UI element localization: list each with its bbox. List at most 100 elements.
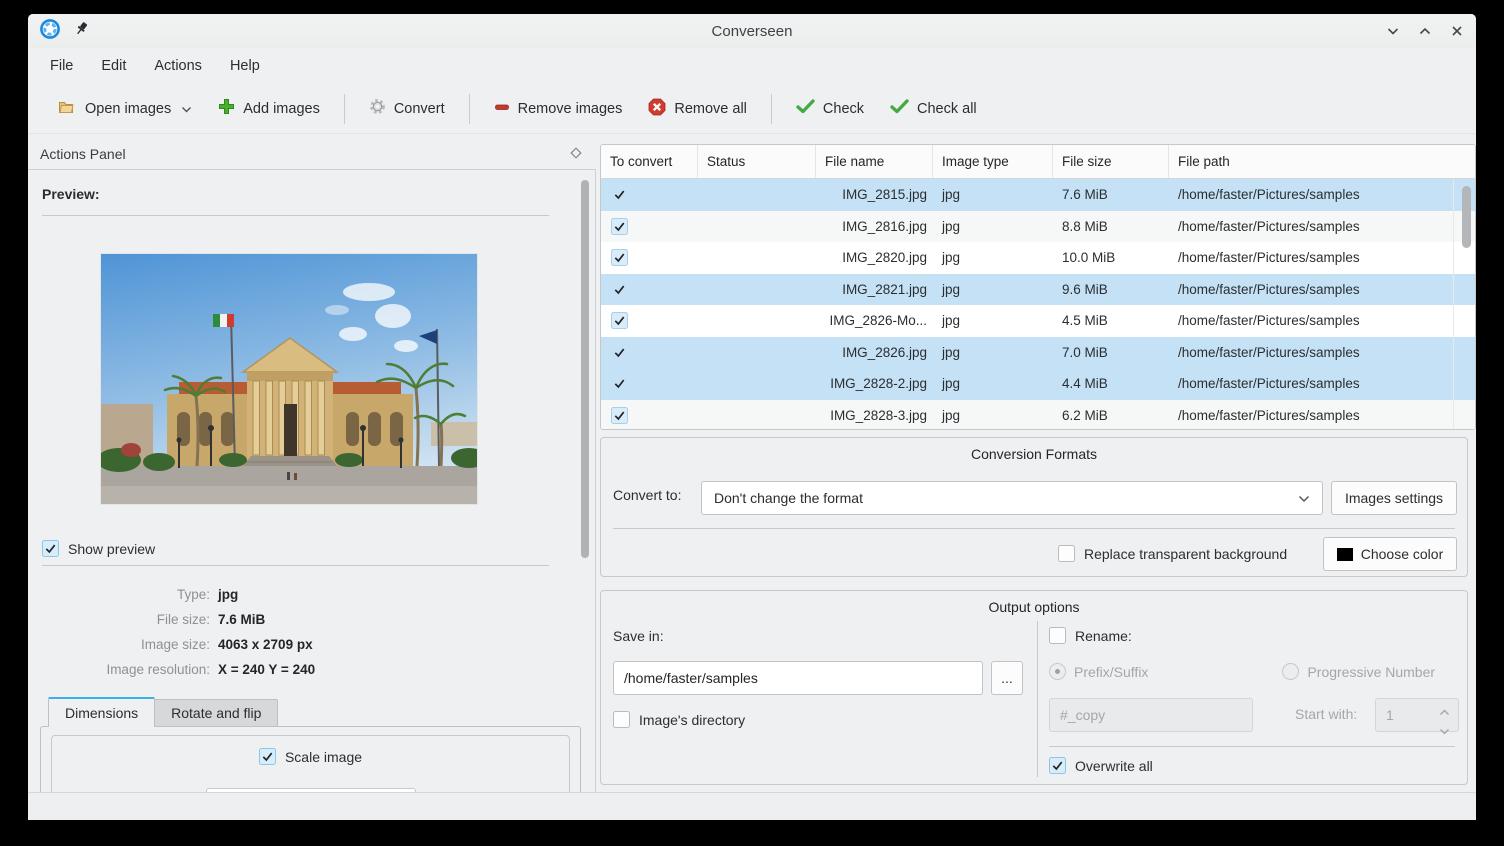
divider <box>1049 746 1455 747</box>
progressive-number-radio[interactable]: Progressive Number <box>1282 663 1435 680</box>
table-scrollbar[interactable] <box>1462 186 1471 248</box>
row-checkbox[interactable] <box>611 407 628 424</box>
row-checkbox[interactable] <box>611 375 628 392</box>
images-settings-button[interactable]: Images settings <box>1331 481 1457 515</box>
scale-image-checkbox[interactable]: Scale image <box>52 748 569 765</box>
start-with-value: 1 <box>1386 707 1394 723</box>
close-button[interactable] <box>1448 22 1466 40</box>
choose-color-button[interactable]: Choose color <box>1323 537 1457 571</box>
remove-images-label: Remove images <box>518 101 623 117</box>
cell-file-path: /home/faster/Pictures/samples <box>1169 219 1455 234</box>
row-checkbox[interactable] <box>611 312 628 329</box>
toolbar-separator <box>771 94 772 124</box>
show-preview-checkbox[interactable]: Show preview <box>42 540 155 557</box>
rename-pattern-input[interactable] <box>1049 698 1253 732</box>
remove-images-button[interactable]: Remove images <box>484 91 633 127</box>
file-table: To convert Status File name Image type F… <box>600 144 1476 430</box>
resolution-value: X = 240 Y = 240 <box>218 662 315 677</box>
browse-button[interactable]: ... <box>991 661 1023 695</box>
menu-actions[interactable]: Actions <box>140 52 216 80</box>
format-value: Don't change the format <box>714 490 863 506</box>
images-directory-checkbox[interactable]: Image's directory <box>613 711 745 728</box>
menu-edit[interactable]: Edit <box>87 52 140 80</box>
titlebar[interactable]: Converseen <box>28 14 1476 48</box>
row-checkbox[interactable] <box>611 249 628 266</box>
divider <box>1037 621 1038 777</box>
cell-file-size: 8.8 MiB <box>1053 219 1169 234</box>
dock-scrollbar[interactable] <box>581 180 589 558</box>
cell-file-path: /home/faster/Pictures/samples <box>1169 313 1455 328</box>
table-row[interactable]: IMG_2828-2.jpg jpg 4.4 MiB /home/faster/… <box>601 368 1475 400</box>
col-to-convert[interactable]: To convert <box>601 145 698 178</box>
cell-image-type: jpg <box>933 345 1053 360</box>
check-all-icon <box>890 99 909 118</box>
color-swatch <box>1337 548 1353 561</box>
spin-up-icon[interactable] <box>1439 703 1450 719</box>
col-file-size[interactable]: File size <box>1053 145 1169 178</box>
rename-checkbox[interactable]: Rename: <box>1049 627 1132 644</box>
scale-groupbox: Scale image <box>51 735 570 792</box>
checkbox-checked-icon <box>42 540 59 557</box>
dimensions-tab-pane: Scale image <box>40 726 581 792</box>
table-row[interactable]: IMG_2828-3.jpg jpg 6.2 MiB /home/faster/… <box>601 400 1475 431</box>
maximize-button[interactable] <box>1416 22 1434 40</box>
gear-icon <box>369 98 386 119</box>
cell-file-name: IMG_2828-3.jpg <box>816 408 933 423</box>
tab-rotate-flip[interactable]: Rotate and flip <box>155 699 278 727</box>
table-row[interactable]: IMG_2820.jpg jpg 10.0 MiB /home/faster/P… <box>601 242 1475 274</box>
replace-background-checkbox[interactable]: Replace transparent background <box>1058 545 1287 562</box>
check-all-button[interactable]: Check all <box>880 91 987 126</box>
table-row[interactable]: IMG_2826.jpg jpg 7.0 MiB /home/faster/Pi… <box>601 337 1475 369</box>
actions-panel-body: Preview: <box>28 170 596 792</box>
table-row[interactable]: IMG_2816.jpg jpg 8.8 MiB /home/faster/Pi… <box>601 211 1475 243</box>
toolbar-separator <box>344 94 345 124</box>
col-file-path[interactable]: File path <box>1169 145 1455 178</box>
browse-label: ... <box>1001 670 1013 686</box>
divider <box>42 215 549 216</box>
col-status[interactable]: Status <box>698 145 816 178</box>
remove-all-button[interactable]: Remove all <box>638 90 757 128</box>
remove-all-label: Remove all <box>674 101 747 117</box>
minus-icon <box>494 99 510 119</box>
add-images-button[interactable]: Add images <box>208 90 330 127</box>
conversion-formats-group: Conversion Formats Convert to: Don't cha… <box>600 437 1468 577</box>
plus-icon <box>218 98 235 119</box>
scale-image-label: Scale image <box>285 749 362 765</box>
save-in-input[interactable] <box>613 661 983 695</box>
row-checkbox[interactable] <box>611 281 628 298</box>
row-checkbox[interactable] <box>611 344 628 361</box>
tab-dimensions[interactable]: Dimensions <box>48 697 155 727</box>
minimize-button[interactable] <box>1384 22 1402 40</box>
chevron-down-icon <box>181 101 192 117</box>
stop-x-icon <box>648 98 666 120</box>
cell-file-path: /home/faster/Pictures/samples <box>1169 187 1455 202</box>
cell-image-type: jpg <box>933 376 1053 391</box>
chevron-down-icon <box>1298 490 1310 506</box>
row-checkbox[interactable] <box>611 218 628 235</box>
open-images-button[interactable]: Open images <box>48 91 202 127</box>
folder-icon <box>58 99 77 119</box>
preview-label: Preview: <box>42 186 100 202</box>
start-with-spinner[interactable]: 1 <box>1375 698 1459 732</box>
table-row[interactable]: IMG_2821.jpg jpg 9.6 MiB /home/faster/Pi… <box>601 274 1475 306</box>
prefix-suffix-label: Prefix/Suffix <box>1074 664 1148 680</box>
format-combobox[interactable]: Don't change the format <box>701 481 1323 515</box>
cell-image-type: jpg <box>933 250 1053 265</box>
check-button[interactable]: Check <box>786 91 874 126</box>
col-image-type[interactable]: Image type <box>933 145 1053 178</box>
check-icon <box>796 99 815 118</box>
prefix-suffix-radio[interactable]: Prefix/Suffix <box>1049 663 1148 680</box>
table-row[interactable]: IMG_2826-Mo... jpg 4.5 MiB /home/faster/… <box>601 305 1475 337</box>
col-file-name[interactable]: File name <box>816 145 933 178</box>
window-title: Converseen <box>28 23 1476 40</box>
table-row[interactable]: IMG_2815.jpg jpg 7.6 MiB /home/faster/Pi… <box>601 179 1475 211</box>
overwrite-all-checkbox[interactable]: Overwrite all <box>1049 757 1153 774</box>
rename-label: Rename: <box>1075 628 1132 644</box>
float-panel-icon[interactable] <box>570 146 582 162</box>
menu-file[interactable]: File <box>36 52 87 80</box>
convert-button[interactable]: Convert <box>359 90 455 127</box>
row-checkbox[interactable] <box>611 186 628 203</box>
menu-help[interactable]: Help <box>216 52 274 80</box>
spin-down-icon[interactable] <box>1439 722 1450 738</box>
filesize-value: 7.6 MiB <box>218 612 265 627</box>
